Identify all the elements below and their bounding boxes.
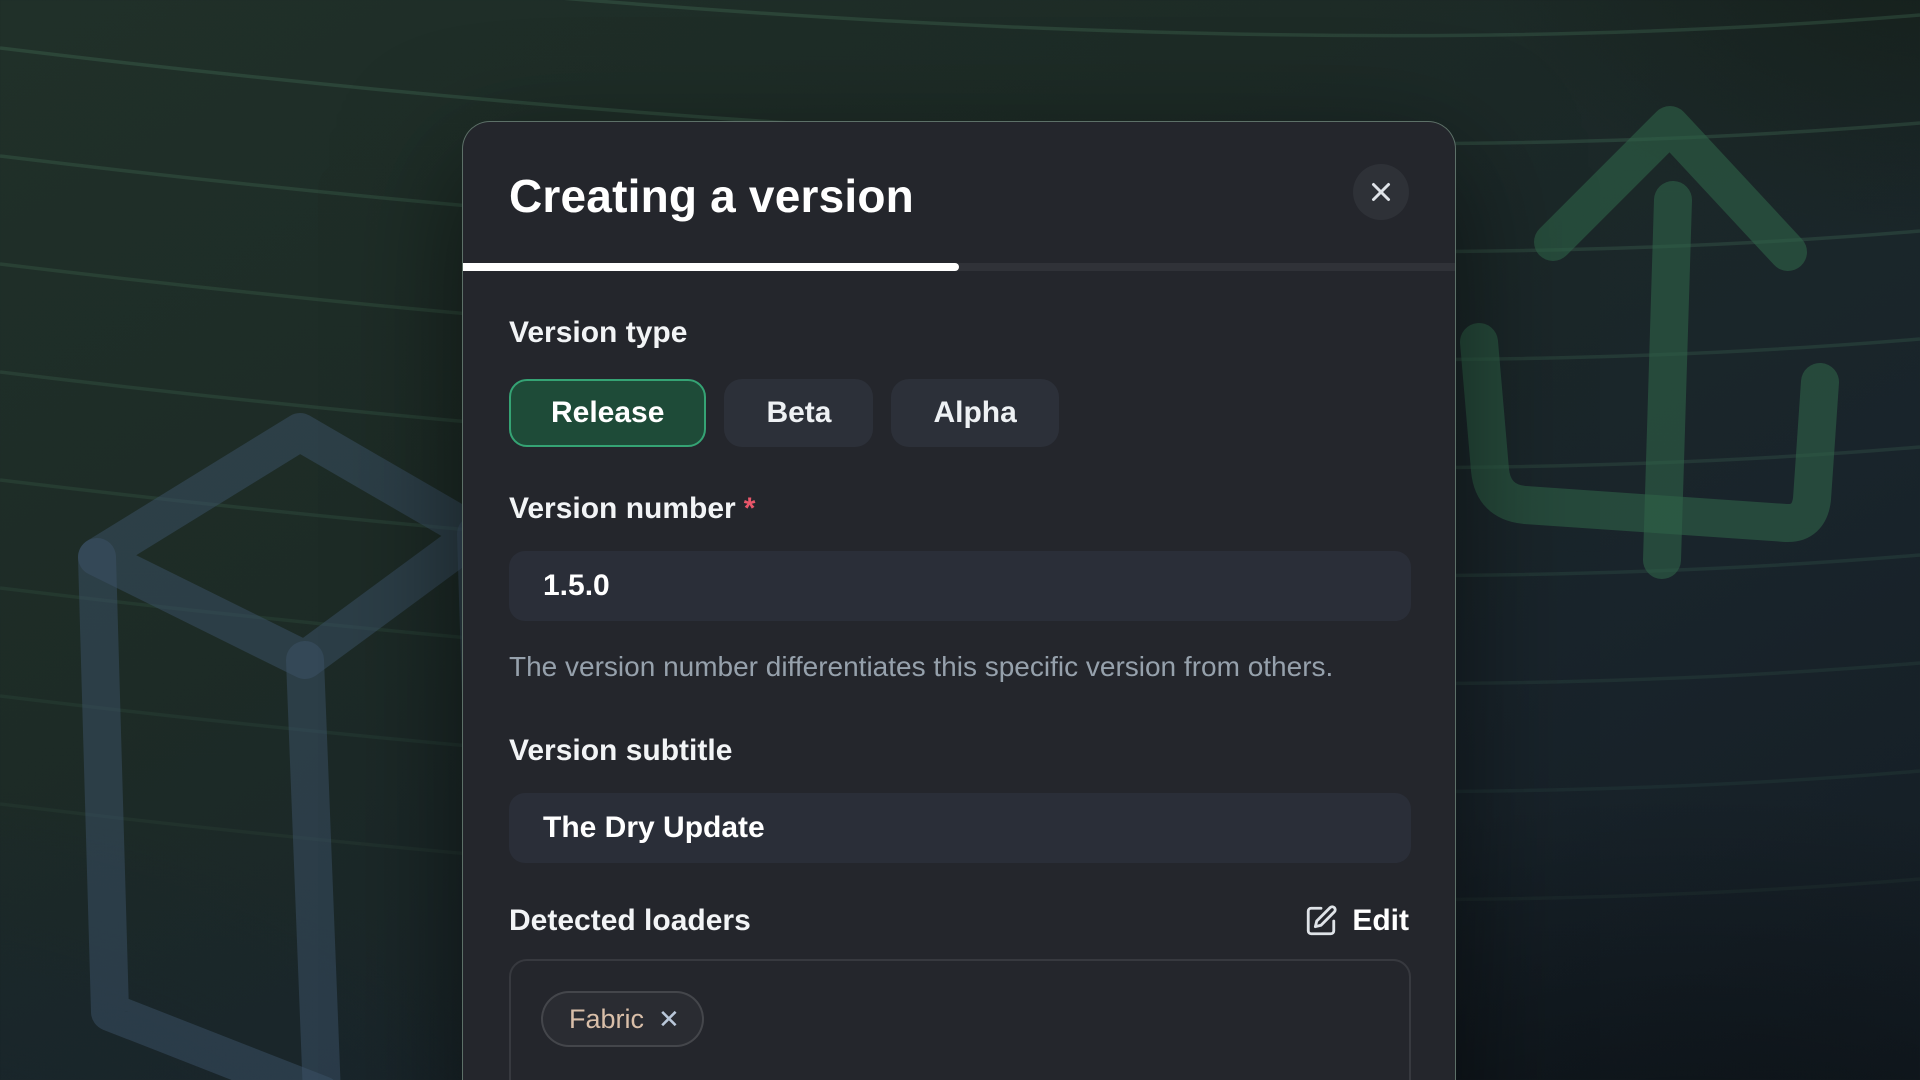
version-subtitle-label: Version subtitle [509, 733, 1409, 769]
detected-loaders-box: Fabric ✕ [509, 959, 1411, 1080]
version-number-hint: The version number differentiates this s… [509, 645, 1379, 689]
edit-loaders-button[interactable]: Edit [1304, 904, 1409, 938]
version-type-option-alpha[interactable]: Alpha [891, 379, 1058, 447]
loader-tag-label: Fabric [569, 1004, 644, 1035]
version-type-option-beta[interactable]: Beta [724, 379, 873, 447]
detected-loaders-header: Detected loaders Edit [509, 903, 1409, 939]
cube-icon [97, 432, 492, 1080]
create-version-dialog: Creating a version Version type Release … [462, 121, 1456, 1080]
dialog-body: Version type Release Beta Alpha Version … [463, 271, 1455, 1080]
required-asterisk: * [744, 492, 756, 525]
version-type-option-release[interactable]: Release [509, 379, 706, 447]
remove-loader-icon[interactable]: ✕ [658, 1006, 680, 1032]
dialog-title: Creating a version [509, 172, 914, 220]
version-number-label: Version number* [509, 491, 1409, 527]
version-type-label: Version type [509, 315, 1409, 351]
edit-label: Edit [1352, 904, 1409, 938]
progress-bar [463, 263, 1455, 271]
progress-fill [463, 263, 959, 271]
version-type-options: Release Beta Alpha [509, 379, 1409, 447]
close-button[interactable] [1353, 164, 1409, 220]
upload-icon [1479, 125, 1820, 560]
version-number-input[interactable] [509, 551, 1411, 621]
close-icon [1366, 177, 1396, 207]
detected-loaders-label: Detected loaders [509, 903, 751, 939]
edit-icon [1304, 904, 1338, 938]
loader-tag-fabric: Fabric ✕ [541, 991, 704, 1047]
version-subtitle-input[interactable] [509, 793, 1411, 863]
dialog-header: Creating a version [463, 122, 1455, 220]
